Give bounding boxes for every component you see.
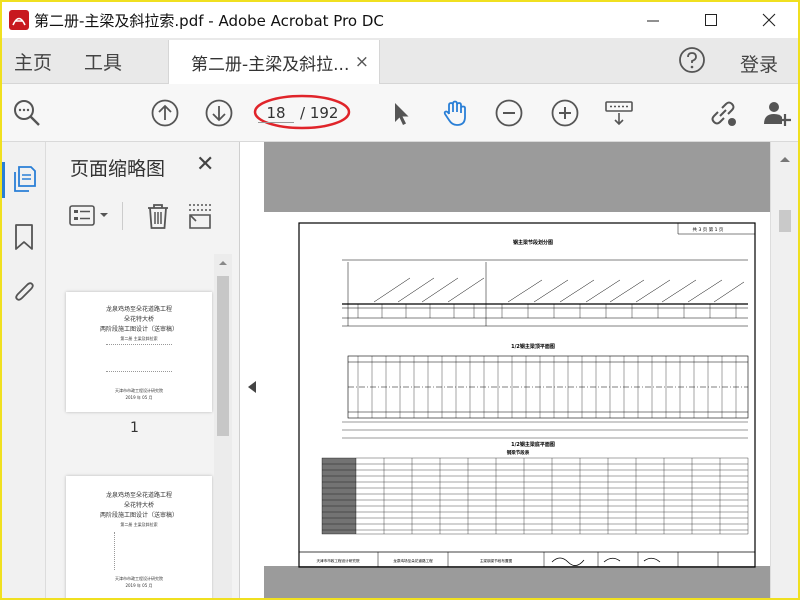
drawing-title-3: 1/2钢主梁底平面图 bbox=[511, 441, 555, 448]
thumbnail-toolbar bbox=[68, 200, 228, 232]
scrollbar-thumb[interactable] bbox=[779, 210, 791, 232]
drawing-title-1: 钢主梁节段划分图 bbox=[513, 239, 553, 246]
navigation-rail bbox=[2, 142, 46, 598]
thumb-line: 朵花特大桥 bbox=[123, 316, 154, 323]
page-up-icon[interactable] bbox=[150, 98, 180, 128]
select-cursor-icon[interactable] bbox=[386, 98, 416, 128]
zoom-search-icon[interactable] bbox=[12, 98, 42, 128]
extract-page-icon[interactable] bbox=[186, 202, 214, 230]
footer-project: 龙泉鸡场至朵花道路工程 bbox=[393, 558, 433, 563]
thumbnail-panel: 页面缩略图 ✕ 龙泉鸡场至朵花道路工程 朵花特大桥 两阶段施工图设计（送审稿） … bbox=[46, 142, 240, 598]
thumb-line: 朵花特大桥 bbox=[123, 502, 154, 509]
page-navigation: 18 / 192 bbox=[258, 100, 344, 126]
attachments-icon[interactable] bbox=[11, 278, 37, 308]
minimize-button[interactable] bbox=[624, 2, 682, 38]
maximize-icon bbox=[705, 14, 717, 26]
page-down-icon[interactable] bbox=[204, 98, 234, 128]
thumb-line: 2019 年 05 月 bbox=[125, 395, 153, 400]
footer-org: 天津市市政工程设计研究院 bbox=[316, 558, 360, 563]
zoom-in-icon[interactable] bbox=[550, 98, 580, 128]
drawing-header: 共 3 页 第 1 页 bbox=[693, 226, 724, 233]
menu-bar: 主页 工具 第二册-主梁及斜拉... × 登录 bbox=[2, 38, 798, 84]
thumbnail-options-icon[interactable] bbox=[68, 204, 112, 228]
document-tab-label: 第二册-主梁及斜拉... bbox=[191, 54, 350, 75]
scroll-mode-icon[interactable] bbox=[604, 98, 634, 128]
table-title: 钢梁节段表 bbox=[507, 449, 530, 456]
thumb-line: 2019 年 05 月 bbox=[125, 583, 153, 588]
toolbar: 18 / 192 bbox=[2, 84, 798, 142]
collapse-panel-icon[interactable] bbox=[246, 380, 258, 394]
minimize-icon bbox=[647, 20, 659, 22]
thumbnail-scrollbar[interactable] bbox=[214, 254, 232, 598]
pdf-page: 共 3 页 第 1 页 钢主梁节段划分图 1/2钢主梁顶平面图 1/2钢主梁底平… bbox=[264, 212, 770, 568]
signature-mark bbox=[603, 557, 621, 563]
scroll-up-icon[interactable] bbox=[776, 152, 794, 166]
thumbnail-page-number: 1 bbox=[130, 420, 139, 436]
thumb-line: 天津市市政工程设计研究院 bbox=[115, 576, 163, 581]
thumb-signature-block bbox=[114, 532, 174, 570]
scrollbar-thumb[interactable] bbox=[217, 276, 229, 436]
bookmarks-icon[interactable] bbox=[11, 222, 37, 252]
tab-close-button[interactable]: × bbox=[355, 52, 369, 72]
thumb-line: 两阶段施工图设计（送审稿） bbox=[99, 326, 178, 333]
engineering-drawing: 共 3 页 第 1 页 钢主梁节段划分图 1/2钢主梁顶平面图 1/2钢主梁底平… bbox=[298, 222, 756, 568]
signature-mark bbox=[551, 557, 585, 566]
acrobat-app-icon bbox=[9, 10, 29, 30]
toolbar-divider bbox=[122, 202, 123, 230]
thumb-line: 第二册 主梁及斜拉索 bbox=[120, 336, 158, 341]
document-scrollbar[interactable] bbox=[770, 142, 798, 598]
thumb-line: 天津市市政工程设计研究院 bbox=[115, 388, 163, 393]
zoom-out-icon[interactable] bbox=[494, 98, 524, 128]
document-viewer[interactable]: 共 3 页 第 1 页 钢主梁节段划分图 1/2钢主梁顶平面图 1/2钢主梁底平… bbox=[264, 142, 770, 598]
thumb-line: 龙泉鸡场至朵花道路工程 bbox=[105, 492, 172, 499]
delete-page-icon[interactable] bbox=[144, 202, 172, 230]
page-thumbnails-icon[interactable] bbox=[11, 164, 37, 194]
footer-drawing: 主梁钢梁节段布置图 bbox=[480, 558, 513, 563]
login-button[interactable]: 登录 bbox=[740, 50, 778, 77]
share-link-icon[interactable] bbox=[708, 98, 738, 128]
document-tab[interactable]: 第二册-主梁及斜拉... × bbox=[168, 40, 380, 84]
window-title: 第二册-主梁及斜拉索.pdf - Adobe Acrobat Pro DC bbox=[34, 11, 384, 30]
hand-tool-icon[interactable] bbox=[440, 98, 470, 128]
tools-menu[interactable]: 工具 bbox=[84, 48, 122, 75]
signature-mark bbox=[643, 557, 661, 563]
thumb-line: 龙泉鸡场至朵花道路工程 bbox=[105, 306, 172, 313]
table-label-column bbox=[322, 458, 356, 534]
page-number-input[interactable]: 18 bbox=[258, 104, 294, 123]
close-window-button[interactable] bbox=[740, 2, 798, 38]
thumbnail-page-1[interactable]: 龙泉鸡场至朵花道路工程 朵花特大桥 两阶段施工图设计（送审稿） 第二册 主梁及斜… bbox=[66, 292, 212, 412]
thumb-text-block bbox=[106, 344, 172, 372]
scroll-up-icon[interactable] bbox=[214, 254, 232, 272]
drawing-title-2: 1/2钢主梁顶平面图 bbox=[511, 343, 555, 350]
thumbnail-page-2[interactable]: 龙泉鸡场至朵花道路工程 朵花特大桥 两阶段施工图设计（送审稿） 第二册 主梁及斜… bbox=[66, 476, 212, 598]
close-icon bbox=[762, 13, 776, 27]
home-menu[interactable]: 主页 bbox=[14, 48, 52, 75]
thumbnail-panel-title: 页面缩略图 bbox=[70, 158, 166, 180]
title-bar: 第二册-主梁及斜拉索.pdf - Adobe Acrobat Pro DC bbox=[2, 2, 798, 38]
app-window: 第二册-主梁及斜拉索.pdf - Adobe Acrobat Pro DC 主页… bbox=[0, 0, 800, 600]
thumb-line: 两阶段施工图设计（送审稿） bbox=[99, 512, 178, 519]
maximize-button[interactable] bbox=[682, 2, 740, 38]
add-user-icon[interactable] bbox=[762, 98, 792, 128]
page-total: / 192 bbox=[300, 104, 339, 122]
thumb-line: 第二册 主梁及斜拉索 bbox=[120, 522, 158, 527]
close-panel-button[interactable]: ✕ bbox=[196, 152, 214, 177]
help-icon[interactable] bbox=[678, 46, 706, 74]
active-indicator bbox=[2, 162, 5, 198]
